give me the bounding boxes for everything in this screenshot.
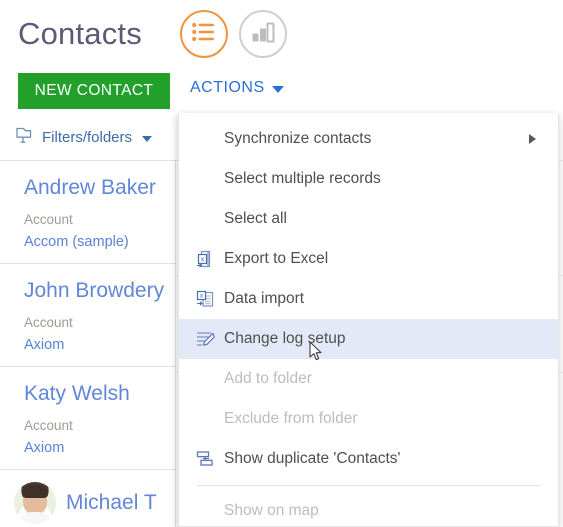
svg-text:x: x (201, 257, 205, 264)
actions-label: ACTIONS (190, 79, 265, 96)
contact-field-value[interactable]: Axiom (24, 334, 175, 356)
duplicate-icon (196, 450, 222, 468)
menu-item-label: Show on map (224, 502, 319, 519)
menu-item-label: Exclude from folder (224, 410, 358, 427)
new-contact-button[interactable]: NEW CONTACT (18, 73, 170, 109)
app-root: Contacts NEW CONTACT ACTIONS Filters/fol… (0, 0, 563, 527)
menu-item-label: Data import (224, 290, 305, 307)
contact-name[interactable]: Andrew Baker (24, 173, 175, 203)
menu-item-export-to-excel[interactable]: x Export to Excel (179, 239, 558, 279)
view-toggle-group (180, 10, 287, 58)
actions-button[interactable]: ACTIONS (190, 79, 284, 97)
caret-down-icon (271, 85, 284, 93)
menu-item-label: Export to Excel (224, 250, 329, 267)
folder-filter-icon (14, 125, 34, 150)
menu-item-label: Select all (224, 210, 287, 227)
menu-item-show-duplicate-contacts[interactable]: Show duplicate 'Contacts' (179, 439, 558, 479)
page-title: Contacts (18, 16, 142, 51)
menu-item-label: Synchronize contacts (224, 130, 372, 147)
list-view-toggle[interactable] (180, 10, 228, 58)
contact-field-value[interactable]: Accom (sample) (24, 231, 175, 253)
menu-item-select-multiple-records[interactable]: Select multiple records (179, 159, 558, 199)
bar-chart-icon (251, 21, 275, 48)
menu-item-change-log-setup[interactable]: Change log setup (179, 319, 558, 359)
menu-item-data-import[interactable]: x Data import (179, 279, 558, 319)
chevron-down-icon (142, 136, 153, 142)
contact-name[interactable]: Katy Welsh (24, 379, 175, 409)
submenu-arrow-icon (529, 134, 536, 144)
menu-item-show-on-map: Show on map (179, 491, 558, 526)
contact-list-item[interactable]: Andrew Baker Account Accom (sample) (0, 161, 175, 264)
menu-item-synchronize-contacts[interactable]: Synchronize contacts (179, 119, 558, 159)
change-log-icon (196, 330, 222, 349)
menu-item-select-all[interactable]: Select all (179, 199, 558, 239)
avatar (14, 482, 56, 524)
contact-field-label: Account (24, 212, 73, 227)
contact-list-item[interactable]: Katy Welsh Account Axiom (0, 367, 175, 470)
contact-list-item[interactable]: John Browdery Account Axiom (0, 264, 175, 367)
filters-folders-label: Filters/folders (42, 129, 133, 146)
list-icon (192, 22, 216, 47)
filters-folders-button[interactable]: Filters/folders (0, 115, 175, 160)
contact-field-value[interactable]: Axiom (24, 437, 175, 459)
contact-list[interactable]: Andrew Baker Account Accom (sample) John Br… (0, 160, 176, 527)
menu-item-add-to-folder: Add to folder (179, 359, 558, 399)
chart-view-toggle[interactable] (239, 10, 287, 58)
menu-item-exclude-from-folder: Exclude from folder (179, 399, 558, 439)
menu-item-label: Select multiple records (224, 170, 381, 187)
menu-separator (197, 485, 540, 486)
menu-item-label: Show duplicate 'Contacts' (224, 450, 401, 467)
contact-field-label: Account (24, 315, 73, 330)
export-excel-icon: x (196, 250, 222, 268)
menu-item-label: Add to folder (224, 370, 312, 387)
menu-item-label: Change log setup (224, 330, 346, 347)
actions-dropdown-menu[interactable]: Synchronize contacts Select multiple reco… (178, 113, 559, 527)
contact-field-label: Account (24, 418, 73, 433)
data-import-icon: x (196, 290, 222, 308)
contact-name[interactable]: John Browdery (24, 276, 175, 306)
contact-list-item[interactable]: Michael T (0, 470, 175, 527)
contact-name[interactable]: Michael T (66, 488, 157, 518)
